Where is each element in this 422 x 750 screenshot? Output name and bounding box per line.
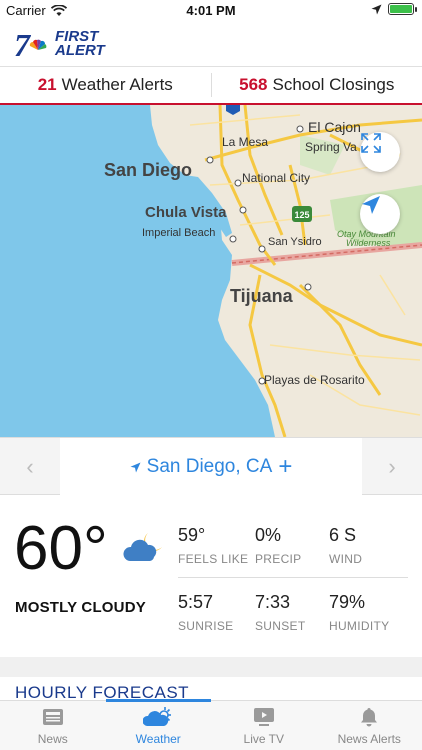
metrics-divider <box>178 577 408 578</box>
weather-alerts-link[interactable]: 21 Weather Alerts <box>0 73 212 97</box>
humidity-label: HUMIDITY <box>329 619 390 633</box>
precip-label: PRECIP <box>255 552 302 566</box>
sunset-value: 7:33 <box>255 592 291 612</box>
app-header: 7 FIRST ALERT <box>0 22 422 66</box>
tab-weather-label: Weather <box>135 732 181 746</box>
expand-map-button[interactable] <box>360 132 400 172</box>
navigation-arrow-icon <box>362 196 380 214</box>
map-label-el-cajon: El Cajon <box>308 119 361 135</box>
clock: 4:01 PM <box>186 3 236 18</box>
tab-bar: News Weather Live TV News Alerts <box>0 699 422 750</box>
location-name: San Diego, CA <box>146 456 273 477</box>
section-separator <box>0 657 422 677</box>
weather-alerts-count: 21 <box>37 75 57 94</box>
locate-me-button[interactable] <box>360 194 400 234</box>
map-label-national-city: National City <box>242 171 311 185</box>
tab-live-tv[interactable]: Live TV <box>211 701 317 750</box>
feels-like-label: FEELS LIKE <box>178 552 249 566</box>
hourly-forecast-section: HOURLY FORECAST <box>0 677 422 701</box>
next-location-button[interactable]: › <box>362 438 422 496</box>
tab-news[interactable]: News <box>0 701 106 750</box>
svg-text:125: 125 <box>294 210 309 220</box>
battery-icon <box>388 3 417 15</box>
svg-text:7: 7 <box>14 28 32 60</box>
weather-icon <box>143 707 172 726</box>
current-location[interactable]: San Diego, CA + <box>60 438 362 496</box>
alerts-bar: 21 Weather Alerts 568 School Closings <box>0 66 422 105</box>
chevron-left-icon: ‹ <box>26 454 34 479</box>
metric-feels-like: 59° FEELS LIKE <box>178 525 254 566</box>
expand-icon <box>361 133 381 153</box>
current-conditions: 60° MOSTLY CLOUDY 59° FEELS LIKE 0% PREC… <box>0 495 422 657</box>
chevron-right-icon: › <box>388 454 396 479</box>
tab-news-alerts-label: News Alerts <box>337 732 401 746</box>
humidity-value: 79% <box>329 592 366 612</box>
metric-precip: 0% PRECIP <box>255 525 331 566</box>
sunset-label: SUNSET <box>255 619 306 633</box>
weather-map[interactable]: 125 El Cajon La Mesa Spring Va San Diego… <box>0 105 422 437</box>
sunrise-value: 5:57 <box>178 592 214 612</box>
tab-live-tv-label: Live TV <box>243 732 284 746</box>
map-label-playas-de-rosarito: Playas de Rosarito <box>264 373 365 387</box>
tab-weather[interactable]: Weather <box>105 699 212 750</box>
status-right <box>371 3 417 15</box>
weather-alerts-label: Weather Alerts <box>61 75 173 94</box>
map-label-la-mesa: La Mesa <box>222 135 269 149</box>
location-selector: ‹ San Diego, CA + › <box>0 437 422 496</box>
sunrise-label: SUNRISE <box>178 619 234 633</box>
school-closings-label: School Closings <box>272 75 395 94</box>
prev-location-button[interactable]: ‹ <box>0 438 60 496</box>
peacock-logo-icon: 7 <box>14 28 47 60</box>
map-label-imperial-beach: Imperial Beach <box>142 227 216 239</box>
map-canvas: 125 <box>0 105 422 437</box>
bell-icon <box>361 708 378 727</box>
location-arrow-icon <box>130 462 141 472</box>
metric-sunset: 7:33 SUNSET <box>255 592 331 633</box>
map-label-spring-valley: Spring Va <box>305 140 357 154</box>
app-logo: 7 FIRST ALERT <box>14 28 105 60</box>
partly-cloudy-night-icon <box>123 533 162 561</box>
condition-text: MOSTLY CLOUDY <box>15 599 146 616</box>
current-temperature: 60° <box>14 514 108 583</box>
tab-news-label: News <box>37 732 68 746</box>
location-arrow-icon <box>371 4 382 14</box>
logo-text-line2: ALERT <box>55 42 105 59</box>
first-alert-wordmark: FIRST ALERT <box>55 29 105 59</box>
precip-value: 0% <box>255 525 282 545</box>
metric-sunrise: 5:57 SUNRISE <box>178 592 254 633</box>
map-label-wilderness: Wilderness <box>346 238 391 248</box>
wind-value: 6 S <box>329 525 357 545</box>
school-closings-link[interactable]: 568 School Closings <box>212 67 422 103</box>
map-label-san-ysidro: San Ysidro <box>268 236 322 248</box>
metric-humidity: 79% HUMIDITY <box>329 592 405 633</box>
map-label-chula-vista: Chula Vista <box>145 204 227 221</box>
tab-news-alerts[interactable]: News Alerts <box>317 701 422 750</box>
add-location-button[interactable]: + <box>278 455 292 479</box>
wind-label: WIND <box>329 552 363 566</box>
map-label-san-diego: San Diego <box>104 160 193 180</box>
metric-wind: 6 S WIND <box>329 525 405 566</box>
status-bar: Carrier 4:01 PM <box>0 0 422 22</box>
school-closings-count: 568 <box>239 75 268 94</box>
tv-icon <box>253 708 274 726</box>
news-icon <box>42 709 63 725</box>
feels-like-value: 59° <box>178 525 206 545</box>
map-label-tijuana: Tijuana <box>230 286 293 306</box>
